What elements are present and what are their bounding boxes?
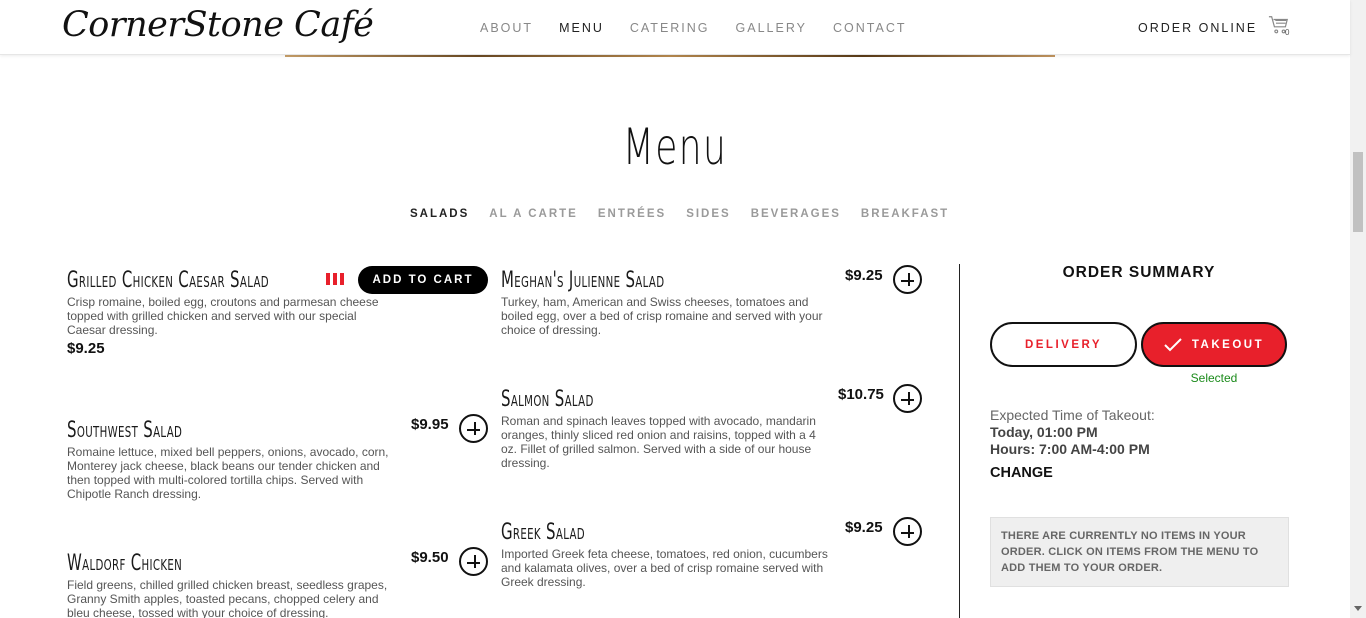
menu-heading: Menu <box>622 118 728 176</box>
add-item-icon[interactable] <box>459 414 488 443</box>
drag-handle-icon[interactable] <box>326 273 344 285</box>
item-price: $9.95 <box>411 416 449 433</box>
main-nav: ABOUT MENU CATERING GALLERY CONTACT <box>480 21 933 35</box>
selected-label: Selected <box>1190 371 1238 385</box>
add-item-icon[interactable] <box>893 265 922 294</box>
item-name: Salmon Salad <box>501 387 594 412</box>
nav-contact[interactable]: CONTACT <box>833 21 907 35</box>
order-online-link[interactable]: ORDER ONLINE <box>1138 21 1257 35</box>
menu-categories: SALADS AL A CARTE ENTRÉES SIDES BEVERAGE… <box>410 208 969 220</box>
item-description: Turkey, ham, American and Swiss cheeses,… <box>501 295 823 337</box>
category-al-a-carte[interactable]: AL A CARTE <box>489 208 578 220</box>
item-price: $10.75 <box>838 386 884 403</box>
nav-about[interactable]: ABOUT <box>480 21 533 35</box>
empty-order-message: THERE ARE CURRENTLY NO ITEMS IN YOUR ORD… <box>990 517 1289 587</box>
add-item-icon[interactable] <box>459 547 488 576</box>
item-price: $9.25 <box>67 340 105 357</box>
item-name: Grilled Chicken Caesar Salad <box>67 268 269 293</box>
change-time-link[interactable]: CHANGE <box>990 465 1053 481</box>
item-name: Waldorf Chicken <box>67 551 183 576</box>
nav-gallery[interactable]: GALLERY <box>736 21 807 35</box>
item-price: $9.25 <box>845 267 883 284</box>
item-description: Field greens, chilled grilled chicken br… <box>67 578 388 618</box>
takeout-label: TAKEOUT <box>1191 338 1265 351</box>
site-header: CornerStone Café ABOUT MENU CATERING GAL… <box>0 0 1350 55</box>
item-description: Romaine lettuce, mixed bell peppers, oni… <box>67 445 389 501</box>
order-summary-title: ORDER SUMMARY <box>1062 264 1216 281</box>
cart-button[interactable]: 0 <box>1268 14 1294 38</box>
add-item-icon[interactable] <box>893 384 922 413</box>
add-to-cart-button[interactable]: ADD TO CART <box>358 266 488 294</box>
nav-catering[interactable]: CATERING <box>630 21 710 35</box>
category-entrees[interactable]: ENTRÉES <box>598 208 666 220</box>
delivery-button[interactable]: DELIVERY <box>990 322 1137 367</box>
item-name: Southwest Salad <box>67 418 183 443</box>
item-price: $9.50 <box>411 549 449 566</box>
scrollbar-thumb[interactable] <box>1353 152 1363 232</box>
scroll-down-icon[interactable] <box>1354 606 1362 611</box>
expected-time-label: Expected Time of Takeout: <box>990 407 1155 423</box>
page-scrollbar[interactable] <box>1350 0 1366 618</box>
item-price: $9.25 <box>845 519 883 536</box>
item-description: Crisp romaine, boiled egg, croutons and … <box>67 295 379 337</box>
category-breakfast[interactable]: BREAKFAST <box>861 208 949 220</box>
item-name: Greek Salad <box>501 520 585 545</box>
category-sides[interactable]: SIDES <box>686 208 731 220</box>
nav-menu[interactable]: MENU <box>559 21 604 35</box>
category-salads[interactable]: SALADS <box>410 208 469 220</box>
item-name: Meghan's Julienne Salad <box>501 268 665 293</box>
store-hours: Hours: 7:00 AM-4:00 PM <box>990 441 1150 457</box>
category-beverages[interactable]: BEVERAGES <box>751 208 841 220</box>
check-icon <box>1164 337 1182 351</box>
item-description: Roman and spinach leaves topped with avo… <box>501 414 816 470</box>
site-logo[interactable]: CornerStone Café <box>62 5 374 45</box>
column-divider <box>959 264 960 618</box>
cart-count: 0 <box>1285 28 1290 37</box>
expected-time-value: Today, 01:00 PM <box>990 424 1098 440</box>
takeout-button[interactable]: TAKEOUT <box>1141 322 1287 367</box>
item-description: Imported Greek feta cheese, tomatoes, re… <box>501 547 828 589</box>
add-item-icon[interactable] <box>893 517 922 546</box>
